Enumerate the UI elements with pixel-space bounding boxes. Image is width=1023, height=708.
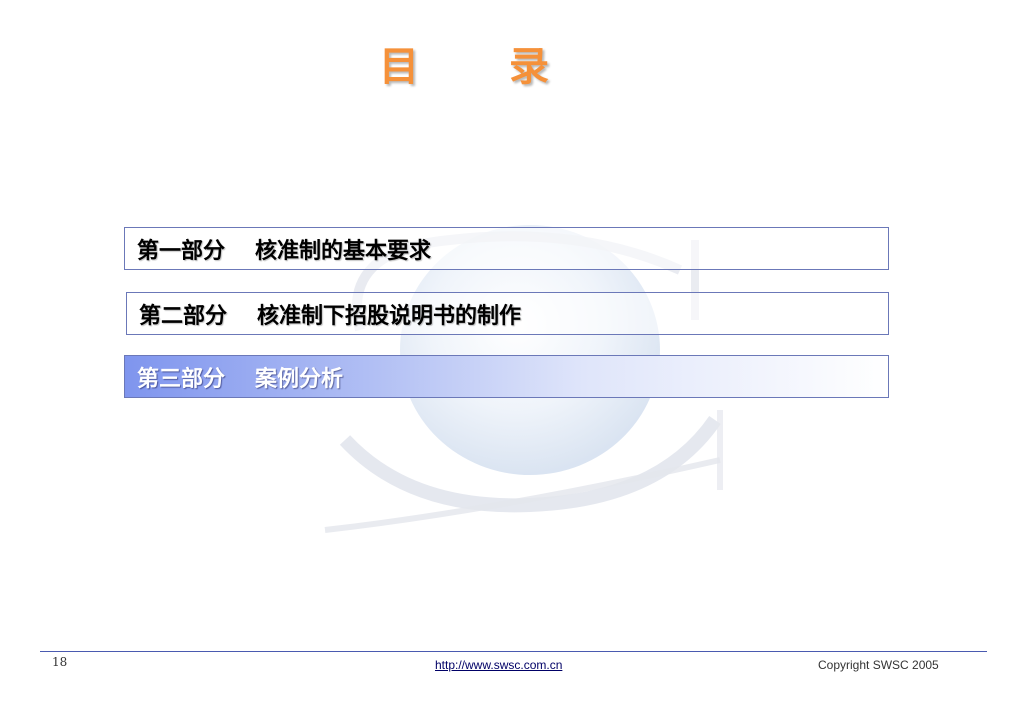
toc-item-text: 核准制的基本要求: [255, 237, 432, 264]
toc-item-part-label: 第一部分: [137, 237, 226, 264]
table-of-contents: 第一部分 核准制的基本要求 第二部分 核准制下招股说明书的制作 第三部分 案例分…: [124, 227, 889, 398]
footer-copyright: Copyright SWSC 2005: [818, 658, 939, 672]
toc-item-part-label: 第三部分: [137, 365, 226, 392]
footer-divider: [40, 651, 987, 652]
toc-item-part-3-active[interactable]: 第三部分 案例分析: [124, 355, 889, 398]
footer-website-link[interactable]: http://www.swsc.com.cn: [435, 658, 562, 672]
toc-item-part-1[interactable]: 第一部分 核准制的基本要求: [124, 227, 889, 270]
toc-item-text: 案例分析: [255, 365, 344, 392]
toc-item-text: 核准制下招股说明书的制作: [257, 302, 522, 329]
page-number: 18: [52, 655, 68, 669]
slide-title: 目 录: [379, 44, 587, 90]
toc-item-part-label: 第二部分: [139, 302, 228, 329]
toc-item-part-2[interactable]: 第二部分 核准制下招股说明书的制作: [126, 292, 889, 335]
